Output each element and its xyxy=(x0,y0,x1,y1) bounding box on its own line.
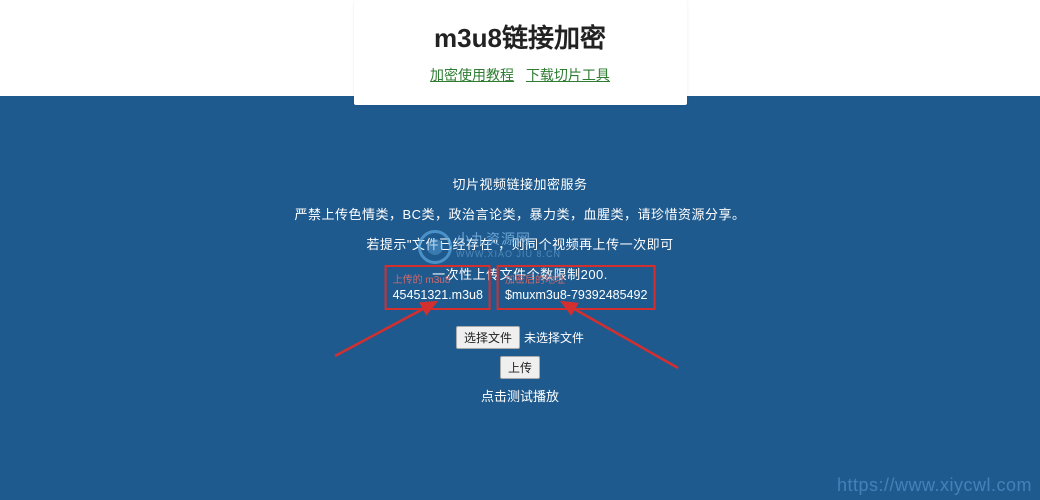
uploaded-file-label: 上传的 m3u8 xyxy=(393,271,483,286)
service-title: 切片视频链接加密服务 xyxy=(0,174,1040,193)
header-card: m3u8链接加密 加密使用教程 下载切片工具 xyxy=(354,0,687,105)
watermark-brand: 小九资源网 xyxy=(456,229,531,249)
download-tool-link[interactable]: 下载切片工具 xyxy=(526,67,610,83)
file-status-text: 未选择文件 xyxy=(524,329,584,346)
page-title: m3u8链接加密 xyxy=(374,18,667,55)
warning-text: 严禁上传色情类，BC类，政治言论类，暴力类，血腥类，请珍惜资源分享。 xyxy=(0,204,1040,223)
file-chooser-row: 选择文件 未选择文件 xyxy=(456,326,584,349)
header-links: 加密使用教程 下载切片工具 xyxy=(374,65,667,85)
upload-button[interactable]: 上传 xyxy=(500,356,540,379)
annotation-arrow-left-icon xyxy=(330,296,450,366)
encrypted-url-label: 加密后的地址 xyxy=(505,271,647,286)
upload-row: 上传 xyxy=(500,356,540,379)
watermark-logo-icon xyxy=(418,230,452,264)
choose-file-button[interactable]: 选择文件 xyxy=(456,326,520,349)
tutorial-link[interactable]: 加密使用教程 xyxy=(430,67,514,83)
test-play-link[interactable]: 点击测试播放 xyxy=(481,386,559,405)
watermark-url: https://www.xiycwl.com xyxy=(837,475,1032,496)
watermark-subtext: WWW.XIAO JIU 8.CN xyxy=(456,249,561,259)
